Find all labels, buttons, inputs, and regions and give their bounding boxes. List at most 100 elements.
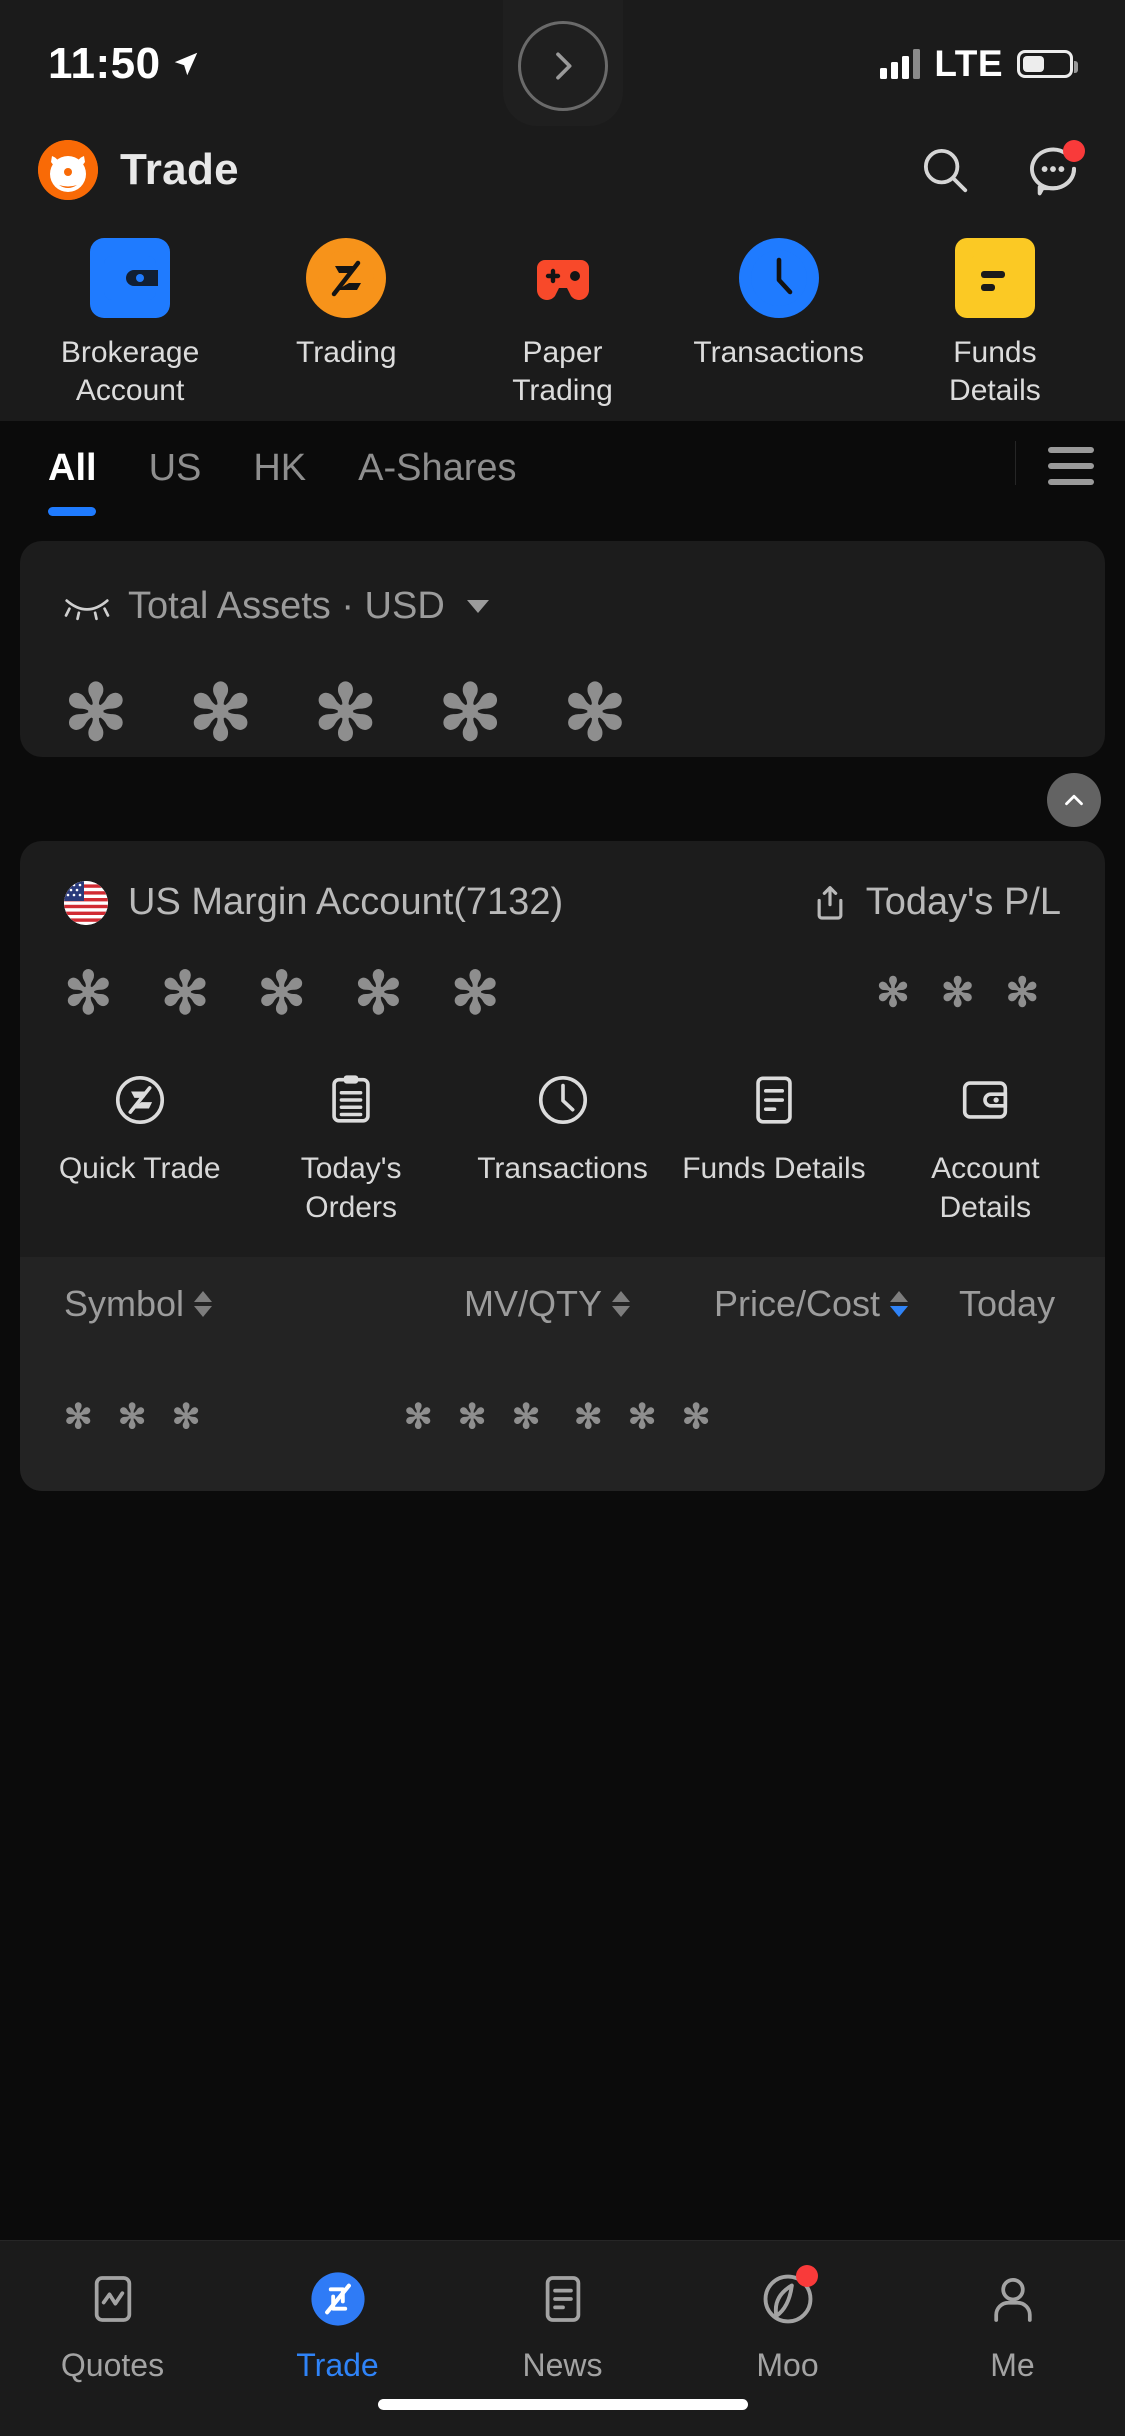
bottom-navigation: Quotes Trade News Moo Me	[0, 2240, 1125, 2436]
quick-action-brokerage-account[interactable]: Brokerage Account	[22, 238, 238, 411]
column-label: Symbol	[64, 1282, 185, 1324]
account-action-label: Funds Details	[682, 1151, 866, 1185]
account-name-group[interactable]: US Margin Account(7132)	[64, 880, 563, 925]
account-action-funds-details[interactable]: Funds Details	[668, 1071, 879, 1227]
moo-community-icon	[756, 2265, 820, 2331]
chevron-up-icon	[1065, 794, 1083, 805]
eye-closed-icon[interactable]	[64, 591, 110, 621]
positions-table-header: Symbol MV/QTY Price/Cost Today	[20, 1256, 1105, 1351]
column-header-symbol[interactable]: Symbol	[64, 1283, 464, 1325]
page-title: Trade	[120, 145, 239, 194]
nav-item-trade[interactable]: Trade	[225, 2267, 450, 2384]
tab-us[interactable]: US	[123, 447, 228, 490]
tab-all[interactable]: All	[22, 447, 123, 516]
battery-icon	[1017, 50, 1078, 78]
status-bar-time-group: 11:50	[48, 31, 201, 89]
nav-item-quotes[interactable]: Quotes	[0, 2267, 225, 2384]
moomoo-bull-logo	[38, 140, 98, 200]
total-assets-value: ✻ ✻ ✻ ✻ ✻	[64, 670, 647, 756]
tab-a-shares[interactable]: A-Shares	[332, 447, 542, 490]
column-label: Price/Cost	[714, 1282, 881, 1324]
trade-arrows-icon	[306, 2267, 370, 2331]
nav-item-news[interactable]: News	[450, 2267, 675, 2384]
chevron-right-circle-icon[interactable]	[517, 21, 608, 111]
market-filter-tabs: All US HK A-Shares	[0, 420, 1125, 541]
quick-action-label: Brokerage Account	[60, 336, 200, 408]
status-bar-time: 11:50	[48, 39, 161, 88]
account-action-label: Quick Trade	[58, 1151, 221, 1185]
moo-notification-badge	[795, 2265, 818, 2287]
us-margin-account-card: US Margin Account(7132) Today's P/L ✻ ✻ …	[20, 840, 1105, 1491]
document-lines-icon	[756, 1076, 792, 1124]
us-flag-icon	[64, 880, 108, 925]
tab-active-underline	[48, 506, 97, 516]
total-assets-header[interactable]: Total Assets · USD	[64, 585, 1061, 628]
status-bar-indicators: LTE	[880, 35, 1078, 85]
document-icon	[954, 238, 1035, 318]
todays-pl-label: Today's P/L	[865, 881, 1061, 924]
account-action-account-details[interactable]: Account Details	[880, 1071, 1091, 1227]
quick-action-label: Transactions	[693, 336, 865, 369]
quick-action-funds-details[interactable]: Funds Details	[887, 238, 1103, 411]
account-action-quick-trade[interactable]: Quick Trade	[34, 1071, 245, 1227]
message-dots-icon[interactable]	[1021, 138, 1085, 202]
nav-item-me[interactable]: Me	[900, 2267, 1125, 2384]
nav-item-moo[interactable]: Moo	[675, 2265, 900, 2384]
status-bar: 11:50 LTE	[0, 0, 1125, 126]
sort-arrows-icon	[612, 1290, 631, 1317]
account-action-todays-orders[interactable]: Today's Orders	[245, 1071, 456, 1227]
quick-action-label: Paper Trading	[512, 336, 613, 408]
account-balance-value: ✻ ✻ ✻ ✻ ✻	[64, 960, 516, 1026]
cell-price-cost: ✻ ✻ ✻	[574, 1397, 719, 1436]
app-header: Trade	[0, 120, 1125, 220]
home-indicator	[377, 2399, 748, 2410]
cell-mv-qty: ✻ ✻ ✻	[404, 1397, 549, 1436]
hamburger-menu-icon[interactable]	[1015, 440, 1125, 485]
wallet-icon	[90, 238, 171, 318]
cell-symbol: ✻ ✻ ✻	[64, 1397, 209, 1436]
account-summary: US Margin Account(7132) Today's P/L ✻ ✻ …	[20, 841, 1105, 1027]
table-row[interactable]: ✻ ✻ ✻ ✻ ✻ ✻ ✻ ✻ ✻	[20, 1350, 1105, 1491]
account-actions-row: Quick Trade Today's Orders Transactions	[20, 1027, 1105, 1257]
search-icon[interactable]	[913, 138, 977, 202]
column-label: MV/QTY	[464, 1282, 603, 1324]
quick-actions-row: Brokerage Account Trading Paper Trading …	[0, 220, 1125, 421]
todays-pl-group[interactable]: Today's P/L	[810, 881, 1061, 924]
column-label: Today	[959, 1282, 1056, 1324]
person-icon	[981, 2267, 1045, 2331]
gamepad-icon	[523, 238, 603, 318]
chevron-down-icon[interactable]	[466, 599, 489, 613]
clock-icon	[538, 1075, 587, 1124]
account-action-label: Today's Orders	[300, 1151, 402, 1224]
nav-label: Quotes	[60, 2347, 165, 2383]
dynamic-island	[502, 0, 623, 126]
column-header-price-cost[interactable]: Price/Cost	[714, 1283, 959, 1325]
nav-label: Trade	[296, 2347, 379, 2383]
news-doc-icon	[531, 2267, 595, 2331]
quick-action-paper-trading[interactable]: Paper Trading	[454, 238, 670, 411]
total-assets-card: Total Assets · USD ✻ ✻ ✻ ✻ ✻	[20, 540, 1105, 757]
tab-label: A-Shares	[358, 446, 517, 489]
quick-action-trading[interactable]: Trading	[238, 238, 454, 411]
clipboard-orders-icon	[332, 1075, 370, 1123]
column-header-mv-qty[interactable]: MV/QTY	[464, 1283, 714, 1325]
collapse-row	[0, 757, 1125, 841]
nav-label: Me	[990, 2347, 1035, 2383]
collapse-button[interactable]	[1047, 772, 1101, 827]
tab-hk[interactable]: HK	[227, 447, 332, 490]
app-screen: 11:50 LTE Trade Brokerage Account Tradin…	[0, 0, 1125, 2436]
sort-arrows-icon	[194, 1290, 213, 1317]
brand: Trade	[38, 140, 239, 200]
todays-pl-value: ✻ ✻ ✻	[876, 970, 1049, 1015]
quick-trade-icon	[115, 1075, 164, 1124]
account-action-label: Account Details	[931, 1151, 1040, 1224]
sort-arrows-icon	[890, 1290, 909, 1317]
column-header-today[interactable]: Today	[959, 1283, 1055, 1325]
quick-action-transactions[interactable]: Transactions	[671, 238, 887, 411]
tab-list: All US HK A-Shares	[0, 447, 1015, 516]
trading-z-icon	[306, 238, 387, 318]
nav-label: News	[522, 2347, 603, 2383]
account-action-transactions[interactable]: Transactions	[457, 1071, 668, 1227]
location-arrow-icon	[174, 52, 197, 76]
quick-action-label: Trading	[296, 336, 397, 369]
